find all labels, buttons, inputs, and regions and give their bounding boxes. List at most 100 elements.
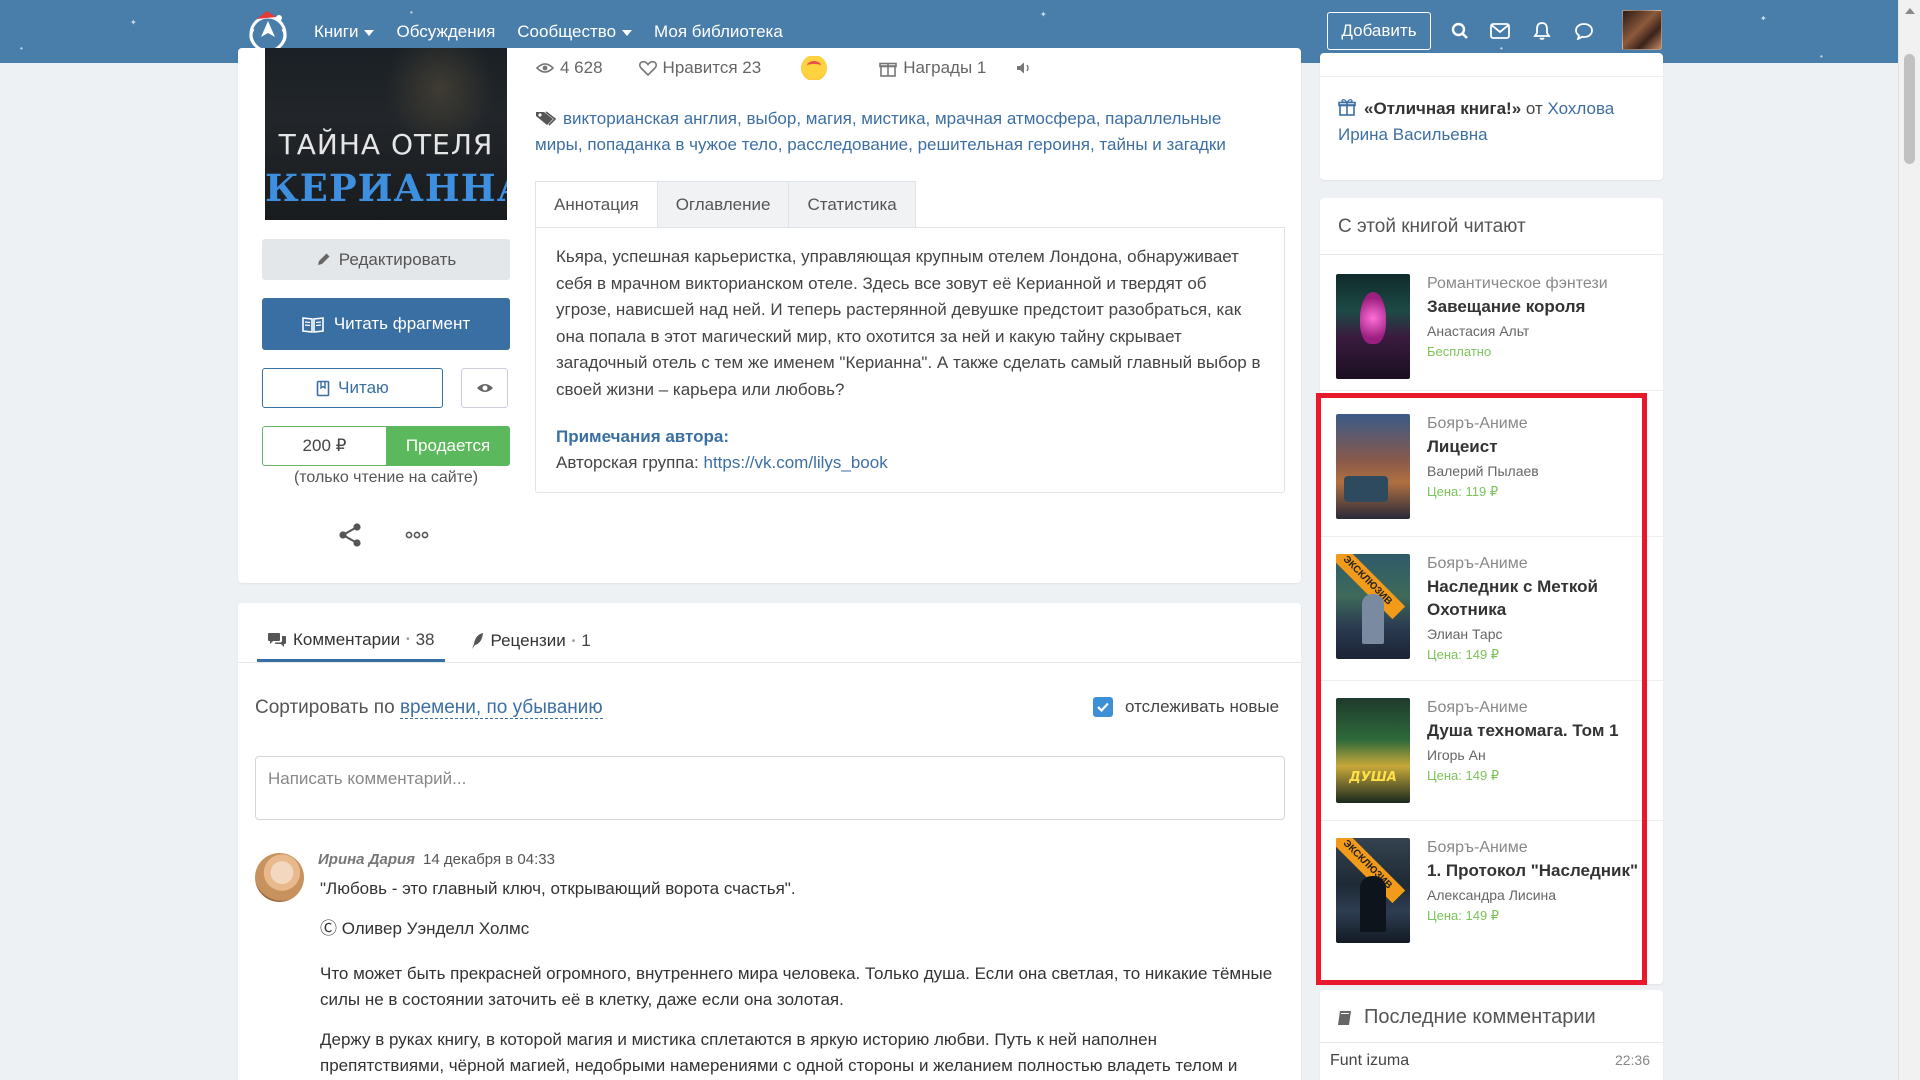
divider bbox=[238, 662, 1301, 663]
annotation-text: Кьяра, успешная карьеристка, управляющая… bbox=[556, 247, 1261, 399]
tab-reviews[interactable]: Рецензии • 1 bbox=[461, 620, 601, 662]
likes-stat[interactable]: Нравится 23 bbox=[638, 58, 762, 78]
edit-button[interactable]: Редактировать bbox=[262, 239, 510, 280]
book-genre[interactable]: Романтическое фэнтези bbox=[1427, 274, 1663, 294]
book-author[interactable]: Анастасия Альт bbox=[1427, 323, 1663, 339]
views-stat: 4 628 bbox=[536, 58, 603, 78]
tag-link[interactable]: решительная героиня bbox=[918, 135, 1090, 154]
comment-paragraph: Держу в руках книгу, в которой магия и м… bbox=[320, 1030, 1238, 1075]
chevron-down-icon bbox=[364, 29, 375, 36]
comment-quote-author: Ⓒ Оливер Уэнделл Холмс bbox=[320, 919, 530, 938]
add-button[interactable]: Добавить bbox=[1327, 12, 1431, 50]
awards-stat[interactable]: Награды 1 bbox=[879, 58, 986, 78]
track-new-checkbox[interactable] bbox=[1093, 697, 1113, 717]
award-info: «Отличная книга!» от Хохлова Ирина Васил… bbox=[1338, 96, 1648, 148]
nav-discussions[interactable]: Обсуждения bbox=[396, 22, 495, 42]
tag-link[interactable]: расследование bbox=[787, 135, 908, 154]
author-group-link[interactable]: https://vk.com/lilys_book bbox=[703, 453, 887, 472]
last-comment-item[interactable]: Funt izuma 22:36 bbox=[1330, 1052, 1650, 1070]
reading-status-button[interactable]: Читаю bbox=[262, 368, 443, 408]
book-cover-thumbnail[interactable] bbox=[1336, 274, 1410, 379]
comment-input[interactable]: Написать комментарий... bbox=[255, 756, 1285, 820]
author-notes-prefix: Авторская группа: bbox=[556, 453, 704, 472]
tab-reviews-label: Рецензии bbox=[490, 631, 566, 650]
last-comments-title: Последние комментарии bbox=[1364, 1006, 1596, 1028]
tab-comments[interactable]: Комментарии • 38 bbox=[257, 620, 445, 662]
tag-link[interactable]: мрачная атмосфера bbox=[935, 109, 1096, 128]
tag-link[interactable]: тайны и загадки bbox=[1099, 135, 1225, 154]
nav-my-library[interactable]: Моя библиотека bbox=[654, 22, 783, 42]
likes-label: Нравится 23 bbox=[662, 58, 762, 77]
nav-community[interactable]: Сообщество bbox=[517, 21, 633, 42]
tag-list: викторианская англия, выбор, магия, мист… bbox=[535, 109, 1226, 154]
comment-author[interactable]: Ирина Дария bbox=[318, 851, 415, 868]
also-reading-title: С этой книгой читают bbox=[1338, 216, 1526, 237]
book-title[interactable]: Завещание короля bbox=[1427, 295, 1663, 318]
chat-icon[interactable] bbox=[1572, 19, 1596, 43]
eye-icon bbox=[536, 63, 554, 73]
read-fragment-label: Читать фрагмент bbox=[333, 314, 471, 333]
gift-icon bbox=[1338, 99, 1356, 116]
tab-annotation[interactable]: Аннотация bbox=[535, 181, 658, 228]
tab-statistics[interactable]: Статистика bbox=[789, 181, 916, 228]
last-comment-time: 22:36 bbox=[1614, 1052, 1650, 1068]
reviews-count: 1 bbox=[581, 631, 591, 650]
sort-control: Сортировать по времени, по убыванию bbox=[255, 697, 603, 719]
share-icon[interactable] bbox=[337, 522, 363, 548]
scrollbar-thumb[interactable] bbox=[1904, 54, 1915, 164]
more-options-icon[interactable] bbox=[405, 531, 429, 539]
tab-contents[interactable]: Оглавление bbox=[657, 181, 790, 228]
speaker-stat[interactable] bbox=[1016, 61, 1032, 75]
book-cover[interactable]: ТАЙНА ОТЕЛЯ КЕРИАННА bbox=[265, 48, 507, 220]
bookmark-book-icon bbox=[316, 380, 330, 396]
reaction-emoji-icon[interactable] bbox=[801, 56, 828, 80]
tag-link[interactable]: попаданка в чужое тело bbox=[587, 135, 777, 154]
comment-date: 14 декабря в 04:33 bbox=[423, 851, 555, 868]
price-value: 200 ₽ bbox=[262, 426, 386, 466]
tab-comments-label: Комментарии bbox=[293, 629, 401, 649]
cover-title-line1: ТАЙНА ОТЕЛЯ bbox=[278, 128, 494, 161]
track-new-toggle[interactable]: отслеживать новые bbox=[1093, 697, 1279, 717]
snowflake-decoration: ✦ bbox=[130, 18, 137, 27]
read-fragment-button[interactable]: Читать фрагмент bbox=[262, 298, 510, 350]
sort-order-link[interactable]: времени, по убыванию bbox=[399, 697, 603, 719]
book-price: Бесплатно bbox=[1427, 344, 1492, 359]
nav-books[interactable]: Книги bbox=[314, 21, 375, 42]
price-note: (только чтение на сайте) bbox=[293, 469, 479, 486]
divider bbox=[1320, 76, 1663, 77]
track-new-label: отслеживать новые bbox=[1125, 697, 1280, 716]
author-notes: Авторская группа: https://vk.com/lilys_b… bbox=[556, 453, 888, 473]
watch-button[interactable] bbox=[461, 368, 508, 408]
award-from: от bbox=[1521, 99, 1548, 118]
book-stats: 4 628 Нравится 23 Награды 1 bbox=[536, 56, 1032, 80]
tag-link[interactable]: викторианская англия bbox=[563, 109, 737, 128]
nav-books-label: Книги bbox=[314, 21, 359, 41]
buy-button[interactable]: Продается bbox=[386, 426, 510, 466]
nav-my-library-label: Моя библиотека bbox=[654, 21, 783, 41]
book-info: Романтическое фэнтези Завещание короля А… bbox=[1427, 274, 1663, 359]
page-scrollbar[interactable] bbox=[1898, 0, 1920, 1080]
mail-icon[interactable] bbox=[1488, 19, 1512, 43]
nav-community-label: Сообщество bbox=[517, 21, 617, 41]
user-avatar[interactable] bbox=[1622, 10, 1662, 50]
snowflake-decoration: • bbox=[1820, 52, 1823, 61]
open-book-icon bbox=[302, 316, 324, 333]
last-comment-user[interactable]: Funt izuma bbox=[1330, 1052, 1409, 1070]
search-icon[interactable] bbox=[1448, 19, 1472, 43]
heart-icon bbox=[638, 60, 657, 76]
scroll-up-arrow-icon[interactable] bbox=[1905, 8, 1915, 14]
gift-icon bbox=[879, 62, 898, 77]
nav-discussions-label: Обсуждения bbox=[396, 21, 496, 41]
divider bbox=[1320, 1042, 1663, 1043]
recommended-book[interactable]: Романтическое фэнтези Завещание короля А… bbox=[1320, 274, 1663, 384]
last-comments-header: Последние комментарии bbox=[1336, 1006, 1596, 1029]
highlight-box bbox=[1316, 393, 1647, 985]
tag-link[interactable]: мистика bbox=[861, 109, 925, 128]
bell-icon[interactable] bbox=[1530, 19, 1554, 43]
comment-paragraph: Что может быть прекрасней огромного, вну… bbox=[320, 964, 1273, 1009]
awards-label: Награды 1 bbox=[903, 58, 987, 77]
comments-count: 38 bbox=[415, 629, 435, 649]
tag-link[interactable]: выбор bbox=[746, 109, 796, 128]
comment-author-avatar[interactable] bbox=[255, 853, 304, 902]
tag-link[interactable]: магия bbox=[806, 109, 852, 128]
